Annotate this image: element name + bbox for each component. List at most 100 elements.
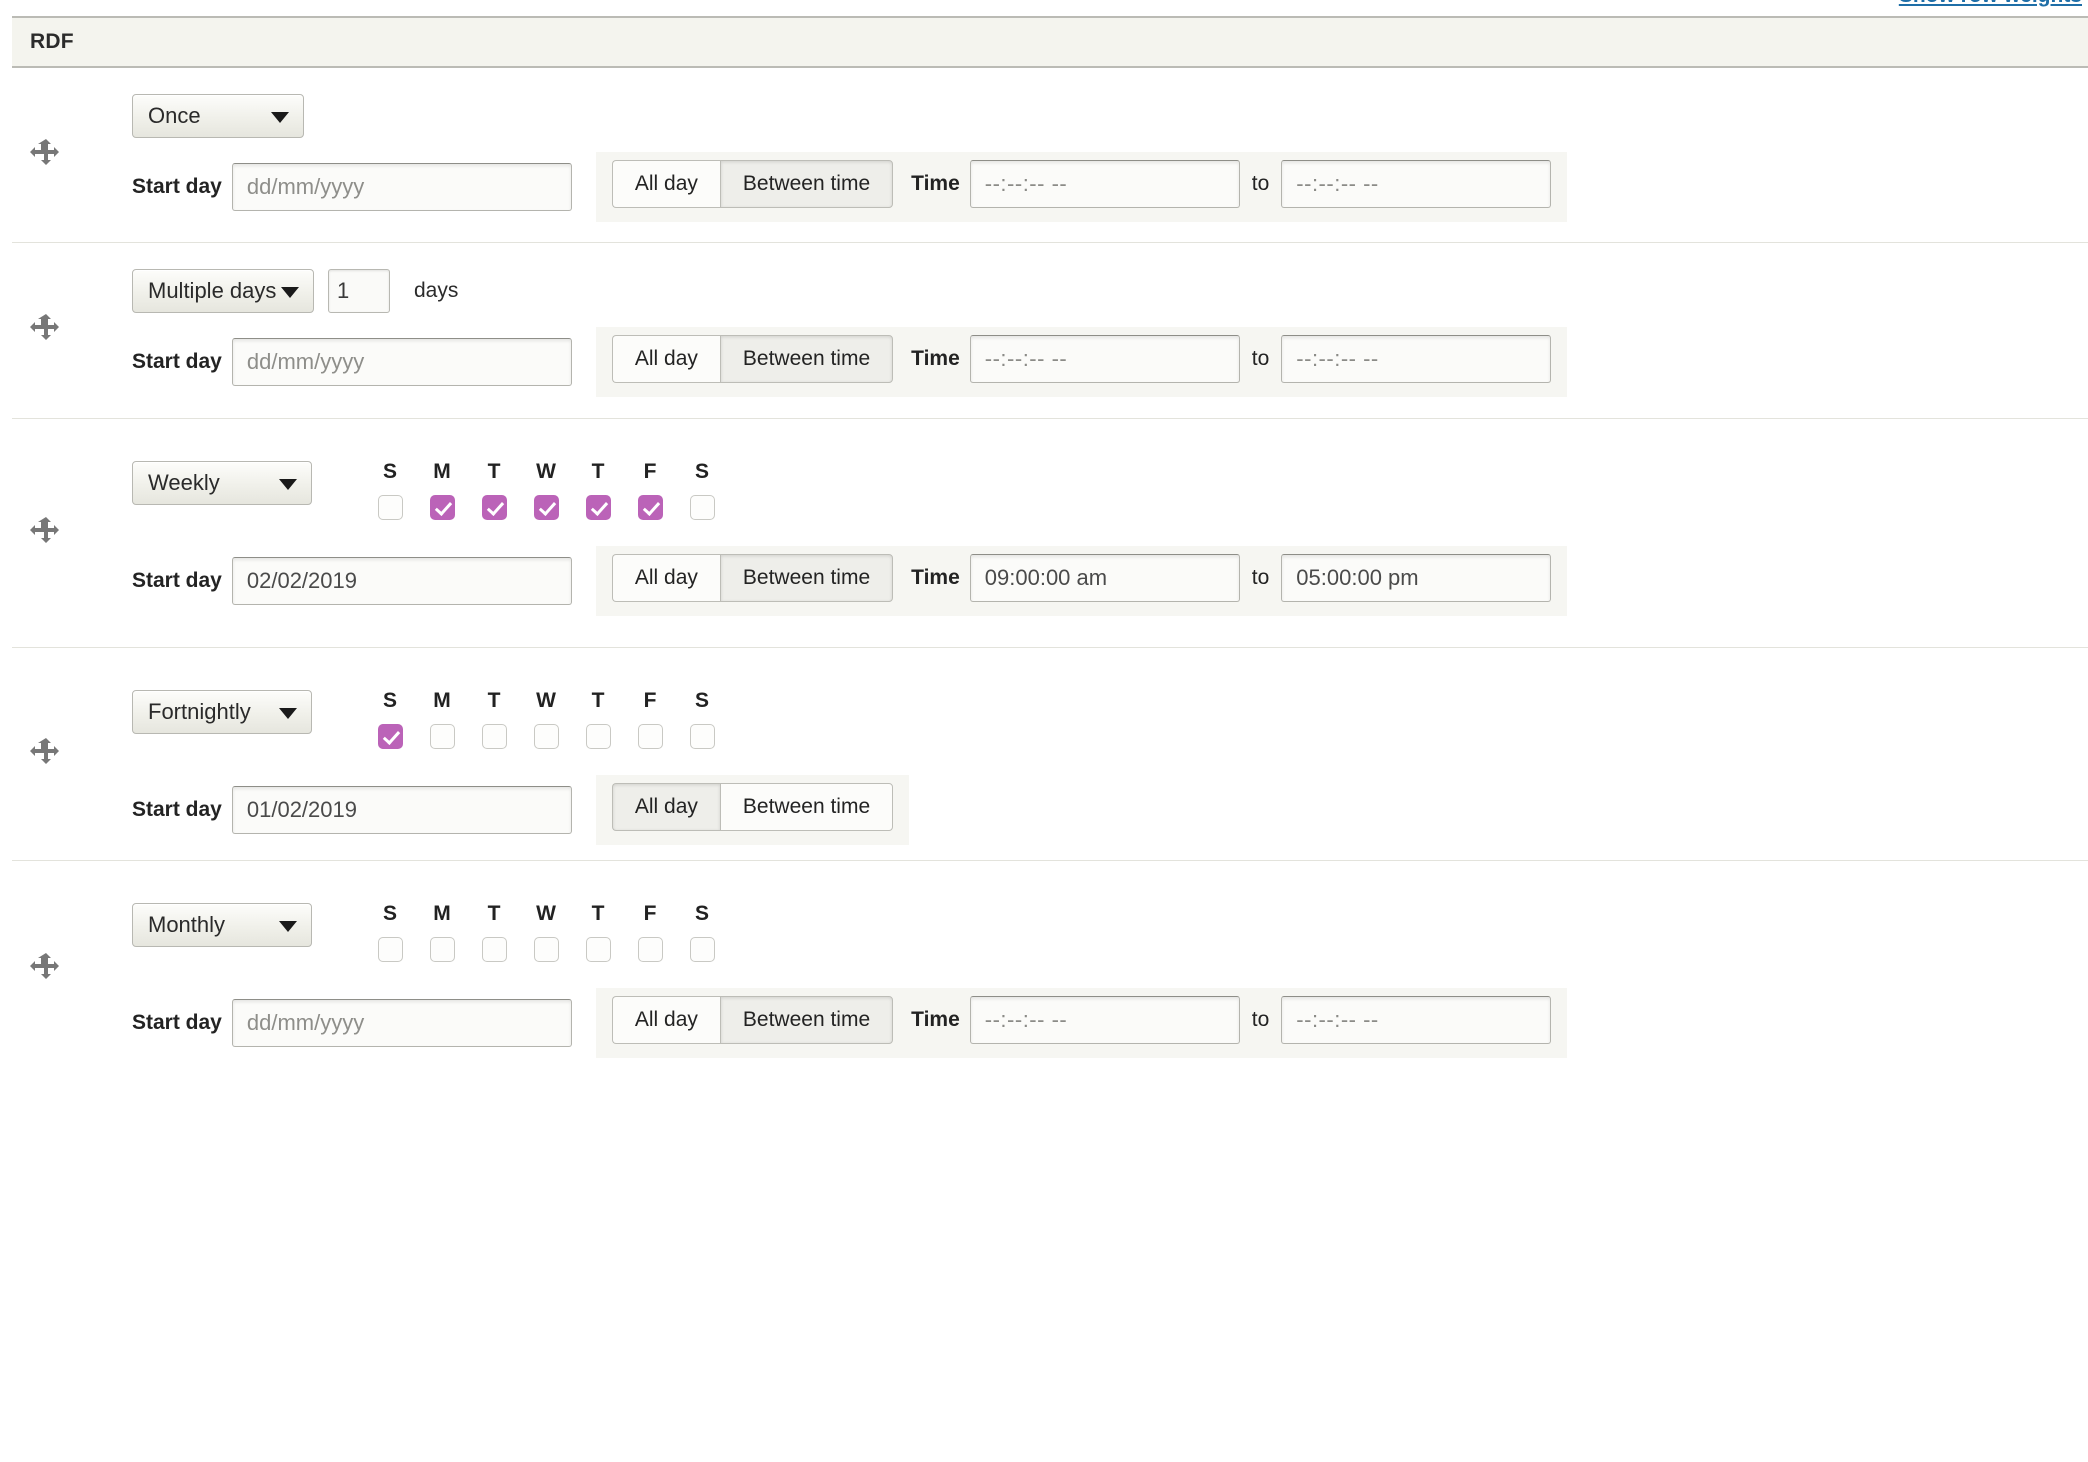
day-checkbox[interactable] (689, 937, 715, 962)
frequency-select[interactable]: Once (132, 94, 304, 138)
day-of-week-column: S (364, 461, 416, 520)
frequency-select[interactable]: Monthly (132, 903, 312, 947)
time-from-input[interactable] (969, 554, 1240, 602)
time-from-input[interactable] (969, 160, 1240, 208)
drag-handle[interactable] (22, 510, 68, 556)
day-checkbox[interactable] (429, 937, 455, 962)
time-label: Time (911, 347, 960, 370)
day-checkbox[interactable] (481, 495, 507, 520)
day-checkbox[interactable] (429, 724, 455, 749)
start-day-input[interactable] (231, 338, 572, 386)
frequency-line: Weekly S M T W T F S (132, 461, 2088, 520)
start-day-input[interactable] (231, 786, 572, 834)
day-mode-toggle: All day Between time (611, 996, 894, 1044)
day-of-week-label: T (487, 460, 501, 483)
start-day-input[interactable] (231, 163, 572, 211)
frequency-line: Fortnightly S M T W T F S (132, 690, 2088, 749)
between-time-button[interactable]: Between time (719, 783, 894, 831)
drag-handle[interactable] (22, 132, 68, 178)
day-of-week-label: M (433, 460, 451, 483)
day-of-week-group: SMTWTFS (364, 461, 728, 520)
day-checkbox[interactable] (533, 937, 559, 962)
all-day-button[interactable]: All day (611, 783, 720, 831)
frequency-select[interactable]: Fortnightly (132, 690, 312, 734)
between-time-button[interactable]: Between time (719, 554, 894, 602)
drag-handle[interactable] (22, 947, 68, 993)
day-of-week-column: W (520, 690, 572, 749)
day-checkbox[interactable] (377, 937, 403, 962)
time-to-input[interactable] (1281, 335, 1552, 383)
day-of-week-column: T (468, 903, 520, 962)
table-header: RDF (12, 16, 2088, 68)
day-of-week-column: W (520, 903, 572, 962)
day-of-week-group: SMTWTFS (364, 903, 728, 962)
start-day-label: Start day (132, 175, 222, 198)
time-from-input[interactable] (969, 996, 1240, 1044)
day-checkbox[interactable] (533, 724, 559, 749)
day-of-week-label: S (382, 460, 397, 483)
time-from-input[interactable] (969, 335, 1240, 383)
time-to-label: to (1251, 566, 1270, 589)
day-of-week-label: W (536, 460, 556, 483)
day-checkbox[interactable] (481, 937, 507, 962)
day-count-input[interactable] (328, 269, 390, 313)
day-of-week-column: T (572, 461, 624, 520)
day-mode-toggle: All day Between time (611, 783, 894, 831)
day-checkbox[interactable] (689, 495, 715, 520)
day-of-week-label: F (643, 689, 657, 712)
day-checkbox[interactable] (533, 495, 559, 520)
row-body: Fortnightly S M T W T F S Start day All dayBetwee… (132, 648, 2088, 845)
time-to-label: to (1251, 347, 1270, 370)
day-of-week-column: W (520, 461, 572, 520)
day-checkbox[interactable] (377, 495, 403, 520)
frequency-line: Monthly S M T W T F S (132, 903, 2088, 962)
all-day-button[interactable]: All day (611, 160, 720, 208)
day-of-week-column: S (364, 903, 416, 962)
time-label: Time (911, 1008, 960, 1031)
all-day-button[interactable]: All day (611, 335, 720, 383)
day-checkbox[interactable] (481, 724, 507, 749)
rdf-schedule-page: Show row weights RDF Once Start day All da… (0, 0, 2088, 1462)
frequency-select[interactable]: Weekly (132, 461, 312, 505)
drag-handle[interactable] (22, 731, 68, 777)
move-handle-icon (30, 138, 60, 173)
time-to-label: to (1251, 172, 1270, 195)
days-unit-label: days (414, 279, 459, 302)
day-of-week-label: W (536, 689, 556, 712)
frequency-select[interactable]: Multiple days (132, 269, 314, 313)
schedule-line: Start day All dayBetween time (132, 775, 2088, 845)
all-day-button[interactable]: All day (611, 996, 720, 1044)
day-mode-toggle: All day Between time (611, 335, 894, 383)
day-checkbox[interactable] (637, 495, 663, 520)
day-checkbox[interactable] (585, 937, 611, 962)
between-time-button[interactable]: Between time (719, 996, 894, 1044)
frequency-select-value: Weekly (148, 470, 220, 495)
day-of-week-column: M (416, 903, 468, 962)
start-day-input[interactable] (231, 557, 572, 605)
drag-handle[interactable] (22, 308, 68, 354)
time-to-input[interactable] (1281, 996, 1552, 1044)
start-day-group: Start day (132, 988, 596, 1058)
day-checkbox[interactable] (377, 724, 403, 749)
day-checkbox[interactable] (429, 495, 455, 520)
day-of-week-label: T (591, 460, 605, 483)
day-checkbox[interactable] (689, 724, 715, 749)
day-checkbox[interactable] (637, 937, 663, 962)
frequency-line: Multiple days days (132, 269, 2088, 313)
day-checkbox[interactable] (585, 724, 611, 749)
day-checkbox[interactable] (585, 495, 611, 520)
row-body: Once Start day All dayBetween time Time to (132, 68, 2088, 222)
chevron-down-icon (279, 708, 297, 719)
start-day-input[interactable] (231, 999, 572, 1047)
between-time-button[interactable]: Between time (719, 335, 894, 383)
all-day-button[interactable]: All day (611, 554, 720, 602)
between-time-button[interactable]: Between time (719, 160, 894, 208)
show-row-weights-link[interactable]: Show row weights (1899, 0, 2082, 7)
day-checkbox[interactable] (637, 724, 663, 749)
time-to-input[interactable] (1281, 160, 1552, 208)
schedule-line: Start day All dayBetween time Time to (132, 327, 2088, 397)
time-settings-group: All day Between time (595, 775, 910, 845)
day-of-week-group: SMTWTFS (364, 690, 728, 749)
frequency-select-value: Multiple days (148, 278, 277, 303)
time-to-input[interactable] (1281, 554, 1552, 602)
